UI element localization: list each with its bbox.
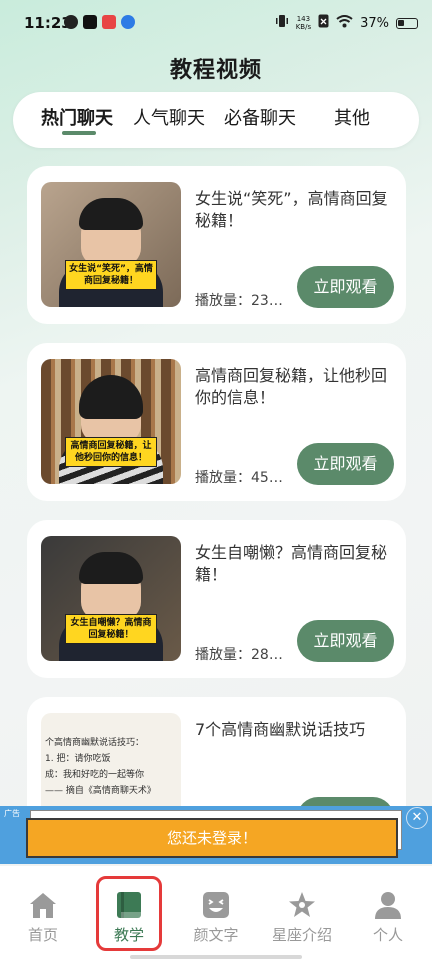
video-thumbnail[interactable]: 高情商回复秘籍，让他秒回你的信息！ [41,359,181,484]
sim-icon [318,14,329,32]
tab-popular-chat[interactable]: 人气聊天 [133,104,205,130]
video-thumbnail[interactable]: 女生说“笑死”，高情商回复秘籍！ [41,182,181,307]
tiktok-icon [83,15,97,29]
ad-label: 广告 [4,809,20,818]
vibrate-icon [275,14,289,32]
watch-now-button[interactable]: 立即观看 [297,266,394,308]
video-thumbnail[interactable]: 女生自嘲懒？高情商回复秘籍！ [41,536,181,661]
nav-label: 星座介绍 [272,926,333,944]
tab-essential-chat[interactable]: 必备聊天 [224,104,296,130]
status-bar: 11:23 143 KB/s 37% [0,0,432,44]
red-app-icon [102,15,116,29]
net-speed-value: 143 [296,15,311,23]
play-count: 播放量：45… [195,470,283,486]
net-speed: 143 KB/s [296,15,311,31]
net-speed-unit: KB/s [295,23,312,31]
login-prompt-box[interactable]: 您还未登录！ [26,818,398,858]
nav-label: 颜文字 [193,926,239,944]
thumbnail-caption: 高情商回复秘籍，让他秒回你的信息！ [65,437,157,467]
play-count: 播放量：28… [195,647,283,663]
nav-label: 个人 [372,926,403,944]
video-card[interactable]: 女生说“笑死”，高情商回复秘籍！ 女生说“笑死”，高情商回复秘籍！ 播放量：23… [27,166,406,324]
video-title: 高情商回复秘籍，让他秒回你的信息！ [195,366,388,407]
nav-zodiac[interactable]: 星座介绍 [272,890,332,945]
active-tab-indicator [62,131,96,135]
thumbnail-caption: 女生说“笑死”，高情商回复秘籍！ [65,260,157,290]
watch-now-button[interactable]: 立即观看 [297,443,394,485]
notification-icons [64,15,135,29]
video-card[interactable]: 女生自嘲懒？高情商回复秘籍！ 女生自嘲懒？高情商回复秘籍！ 播放量：28… 立即… [27,520,406,678]
link-app-icon [64,15,78,29]
home-icon [30,893,56,918]
tab-other[interactable]: 其他 [334,104,370,130]
blue-app-icon [121,15,135,29]
ad-banner[interactable]: 广告 您还未登录！ ✕ [0,806,432,864]
play-count: 播放量：23… [195,293,283,309]
thumbnail-person-hair [79,198,143,230]
video-title: 7个高情商幽默说话技巧 [195,720,366,739]
video-title: 女生自嘲懒？高情商回复秘籍！ [195,543,388,584]
video-title: 女生说“笑死”，高情商回复秘籍！ [195,189,388,230]
status-right: 143 KB/s 37% [275,14,418,32]
battery-icon [396,17,418,29]
smiley-icon [203,892,229,918]
category-tabs: 热门聊天 人气聊天 必备聊天 其他 [13,92,419,148]
watch-now-button[interactable]: 立即观看 [297,620,394,662]
nav-emoticons[interactable]: 颜文字 [186,890,246,945]
star-icon [289,892,315,917]
bottom-nav: 首页 教学 颜文字 星座介绍 个人 [0,866,432,964]
battery-percent: 37% [360,15,389,31]
home-indicator[interactable] [130,955,302,959]
nav-profile[interactable]: 个人 [358,890,418,945]
person-icon [375,892,401,919]
annotation-highlight-box [96,876,162,951]
video-card[interactable]: 高情商回复秘籍，让他秒回你的信息！ 高情商回复秘籍，让他秒回你的信息！ 播放量：… [27,343,406,501]
close-icon[interactable]: ✕ [406,807,428,829]
page-title: 教程视频 [169,58,262,83]
thumbnail-caption: 女生自嘲懒？高情商回复秘籍！ [65,614,157,644]
thumbnail-person-hair [79,552,143,584]
thumbnail-text: 个高情商幽默说话技巧： 1. 把：请你吃饭 成：我和好吃的一起等你 —— 摘自《… [45,738,156,796]
nav-home[interactable]: 首页 [13,890,73,945]
nav-label: 首页 [27,926,58,944]
wifi-icon [336,14,353,32]
tab-hot-chat[interactable]: 热门聊天 [41,104,113,130]
